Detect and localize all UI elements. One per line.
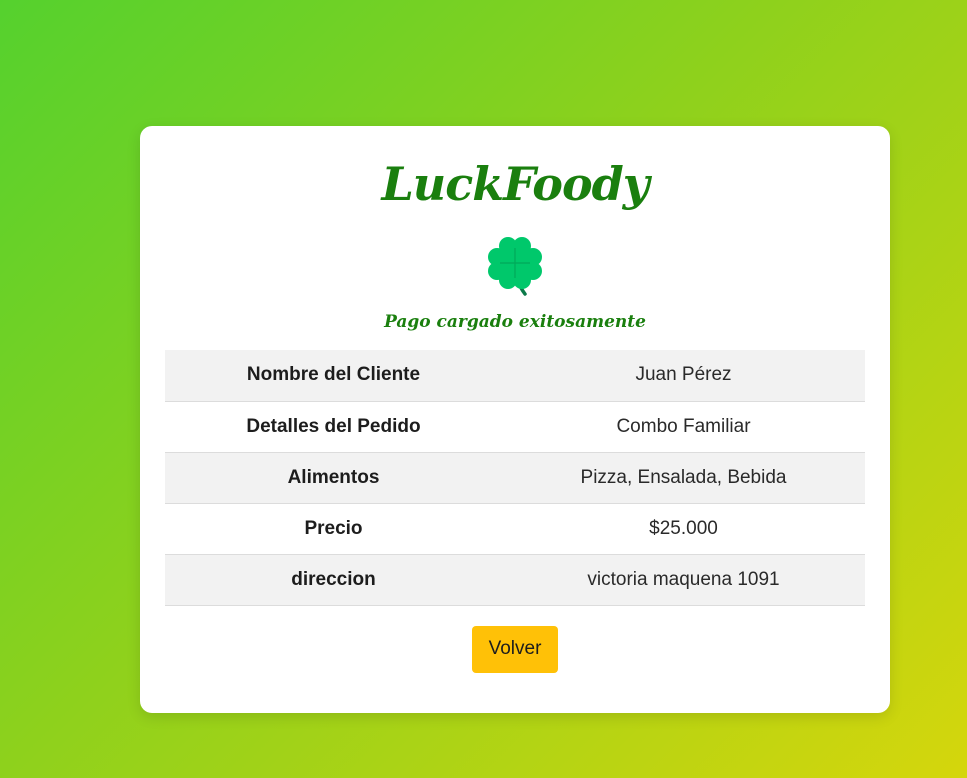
row-label: direccion xyxy=(291,568,376,590)
table-row: Nombre del Cliente Juan Pérez xyxy=(165,350,865,401)
row-label: Detalles del Pedido xyxy=(246,415,421,437)
brand-title: LuckFoody xyxy=(381,157,649,211)
row-value: Combo Familiar xyxy=(616,415,751,437)
row-value: $25.000 xyxy=(649,517,718,539)
row-value: Pizza, Ensalada, Bebida xyxy=(580,466,787,488)
clover-logo xyxy=(165,234,865,298)
table-row: Alimentos Pizza, Ensalada, Bebida xyxy=(165,452,865,503)
payment-confirmation-card: LuckFoody Pago cargado exitosamente Nomb… xyxy=(140,126,890,713)
row-value: victoria maquena 1091 xyxy=(587,568,780,590)
row-label: Nombre del Cliente xyxy=(246,364,421,386)
four-leaf-clover-icon xyxy=(488,237,542,296)
row-value: Juan Pérez xyxy=(635,364,732,386)
payment-status-message: Pago cargado exitosamente xyxy=(384,312,646,332)
table-row: Precio $25.000 xyxy=(165,503,865,554)
table-row: Detalles del Pedido Combo Familiar xyxy=(165,401,865,452)
row-label: Alimentos xyxy=(287,466,380,488)
row-label: Precio xyxy=(304,517,363,539)
actions-bar: Volver xyxy=(165,625,865,673)
order-details-table: Nombre del Cliente Juan Pérez Detalles d… xyxy=(165,350,865,606)
back-button[interactable]: Volver xyxy=(472,625,558,673)
table-row: direccion victoria maquena 1091 xyxy=(165,554,865,605)
